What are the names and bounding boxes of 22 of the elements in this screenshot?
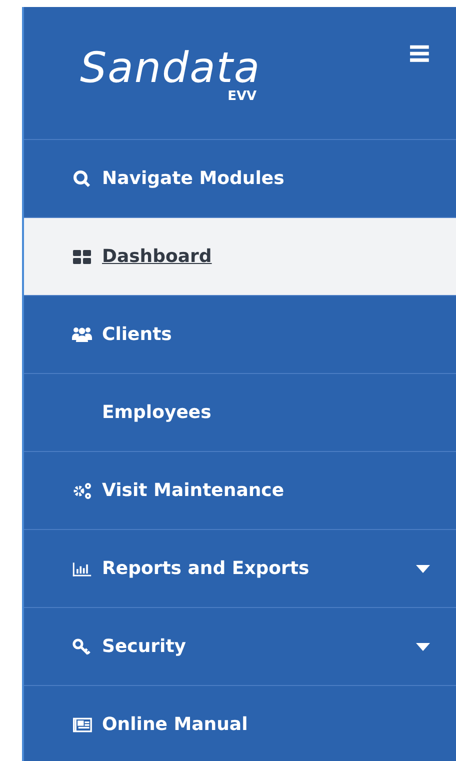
nav-label: Employees — [102, 402, 212, 423]
nav-label: Security — [102, 636, 186, 657]
logo-subtitle: EVV — [228, 89, 257, 104]
nav-item[interactable]: Online Manual — [24, 686, 456, 761]
nav-label: Dashboard — [102, 246, 212, 267]
users-icon — [72, 324, 92, 344]
nav-label: Navigate Modules — [102, 168, 284, 189]
nav-item[interactable]: Visit Maintenance — [24, 452, 456, 530]
nav-label: Online Manual — [102, 714, 248, 735]
search-icon — [72, 168, 92, 188]
key-icon — [72, 636, 92, 656]
nav-label: Clients — [102, 324, 172, 345]
logo-text: Sandata — [80, 47, 261, 89]
nav-item[interactable]: Clients — [24, 296, 456, 374]
gears-icon — [72, 480, 92, 500]
nav-label: Visit Maintenance — [102, 480, 284, 501]
nav-item[interactable]: Security — [24, 608, 456, 686]
nav-item[interactable]: Reports and Exports — [24, 530, 456, 608]
menu-button[interactable]: ≡ — [406, 39, 432, 69]
nav-item[interactable]: Dashboard — [24, 218, 456, 296]
nav-item[interactable]: Employees — [24, 374, 456, 452]
nav-label: Reports and Exports — [102, 558, 310, 579]
